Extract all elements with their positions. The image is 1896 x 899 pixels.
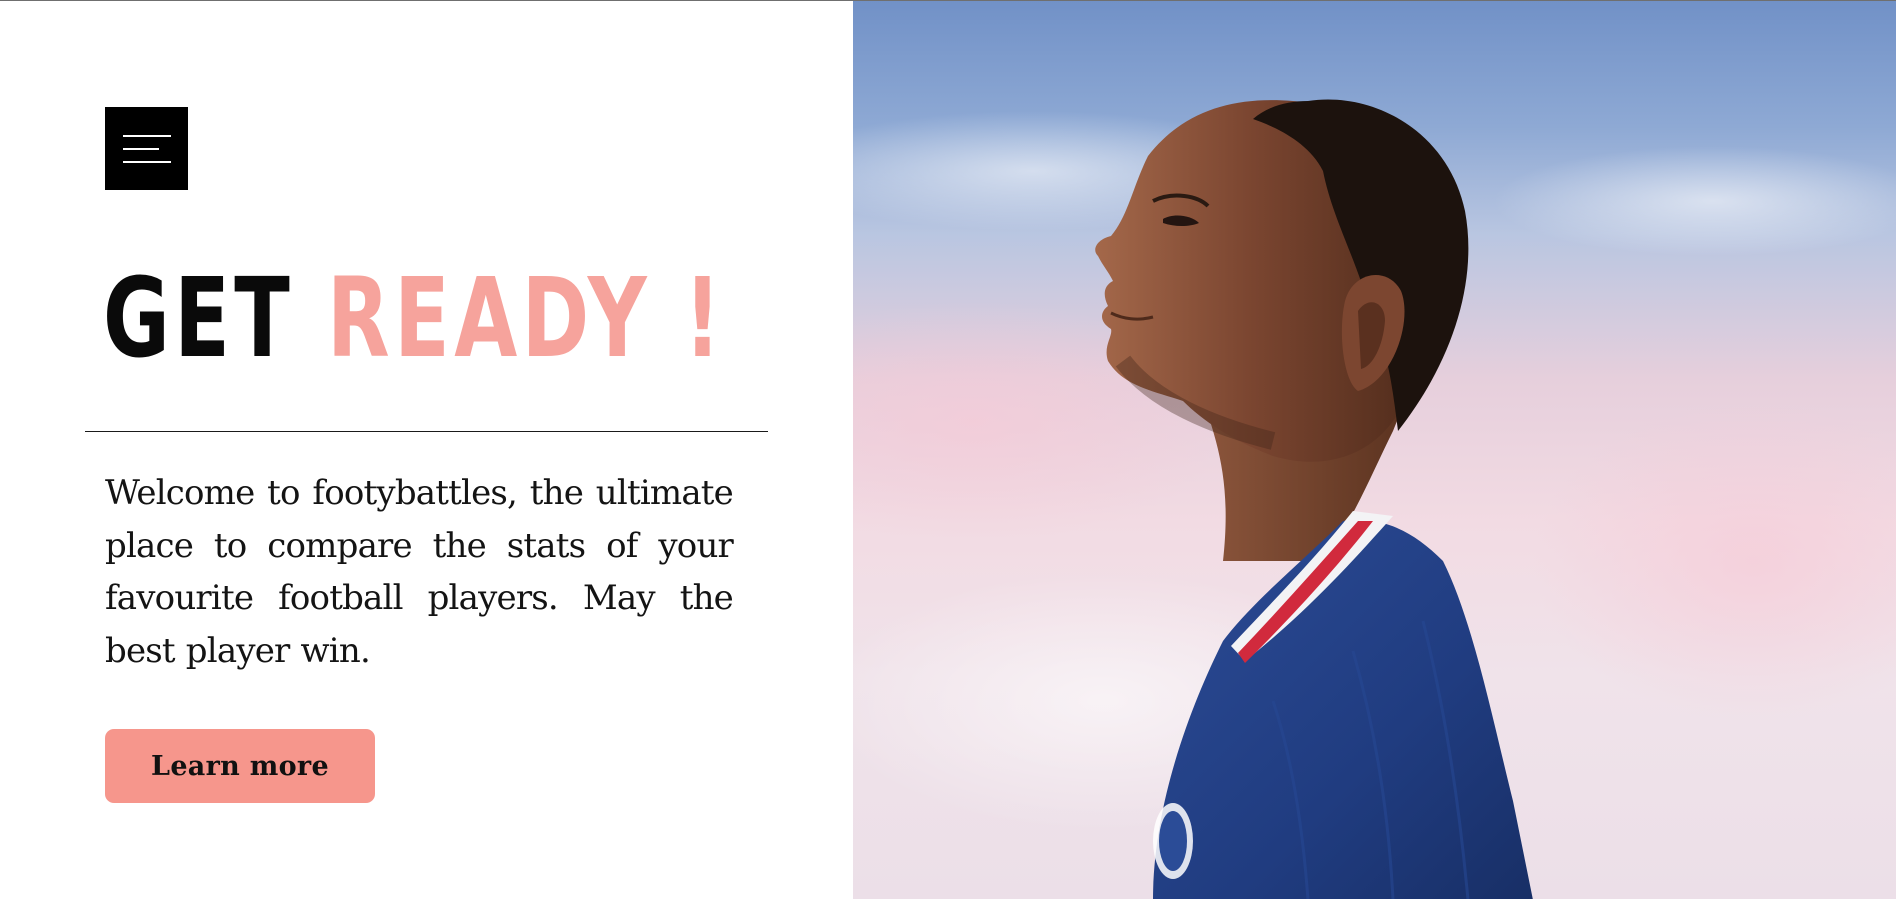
page-title: GET READY ! — [103, 263, 725, 373]
menu-line-icon — [123, 161, 171, 163]
learn-more-button[interactable]: Learn more — [105, 729, 375, 803]
page: GET READY ! Welcome to footybattles, the… — [0, 0, 1896, 899]
menu-line-icon — [123, 135, 171, 137]
title-divider — [85, 431, 768, 432]
hamburger-menu-button[interactable] — [105, 107, 188, 190]
title-word-ready: READY ! — [327, 254, 726, 382]
hero-image — [853, 1, 1896, 899]
title-word-get: GET — [103, 254, 295, 382]
hero-text-panel: GET READY ! Welcome to footybattles, the… — [0, 1, 853, 899]
intro-paragraph: Welcome to footybattles, the ultimate pl… — [105, 473, 734, 671]
menu-line-icon — [123, 148, 159, 150]
football-player-illustration — [853, 99, 1896, 899]
